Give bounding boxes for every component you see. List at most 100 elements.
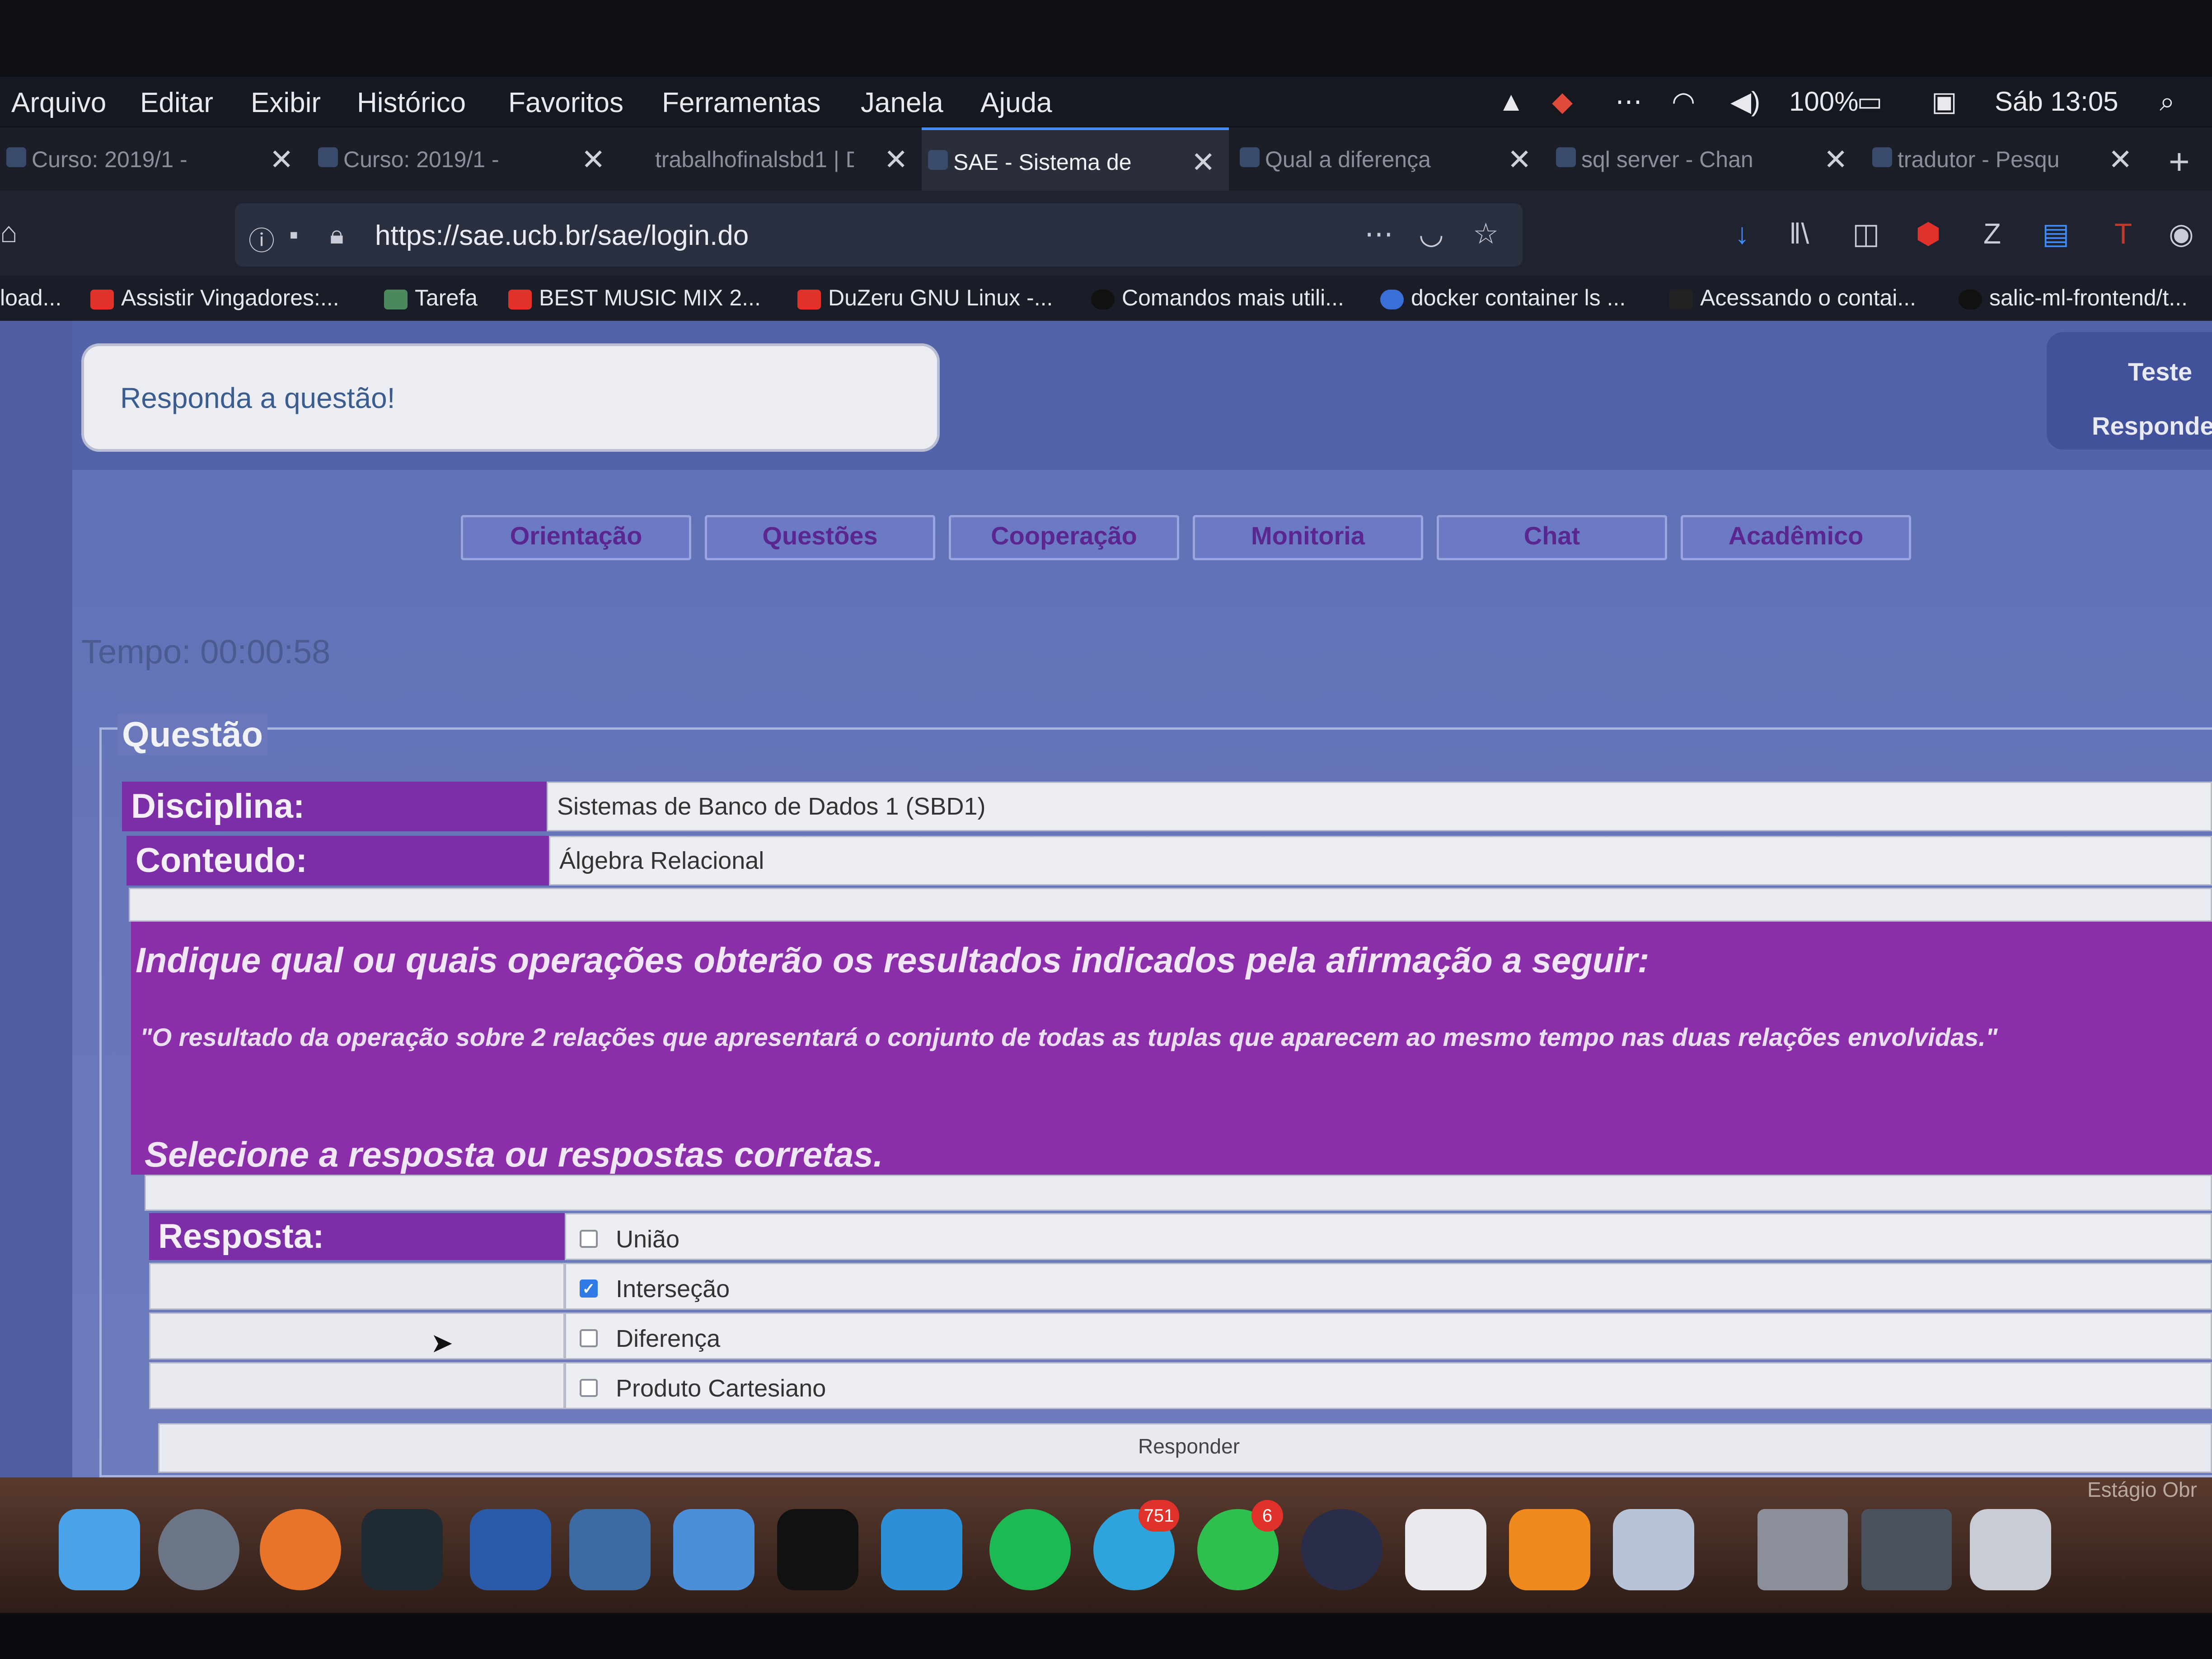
tab-cooperacao[interactable]: Cooperação [949,515,1179,560]
tab-tradutor[interactable]: tradutor - Pesqu ✕ [1866,127,2146,191]
tab-sae-active[interactable]: SAE - Sistema de ✕ [922,127,1229,193]
terminal-icon[interactable] [777,1509,858,1590]
vlc-icon[interactable] [1509,1509,1590,1590]
bookmark-docker[interactable]: docker container ls ... [1380,285,1626,311]
tab-questoes[interactable]: Questões [705,515,935,560]
spotify-icon[interactable] [989,1509,1071,1590]
download-icon[interactable]: ↓ [1735,217,1749,250]
tab-curso-2[interactable]: Curso: 2019/1 - ✕ [312,127,619,191]
bookmark-star-icon[interactable]: ☆ [1473,217,1499,251]
new-tab-plus-icon[interactable]: + [2169,141,2190,183]
tab-favicon-icon [1240,147,1260,167]
menu-historico[interactable]: Histórico [357,87,466,119]
close-tab-icon[interactable]: ✕ [2108,143,2132,177]
bookmark-vingadores[interactable]: Assistir Vingadores:... [90,285,339,311]
checkbox-produto-cartesiano[interactable] [580,1379,598,1397]
battery-charging-icon[interactable]: ▭ [1857,86,1883,117]
zotero-icon[interactable]: Z [1983,217,2001,250]
telegram-icon[interactable]: 751 [1093,1500,1179,1590]
bookmark-comandos[interactable]: Comandos mais utili... [1091,285,1344,311]
clock[interactable]: Sáb 13:05 [1995,86,2118,117]
bookmark-load[interactable]: load... [0,285,61,311]
tab-orientacao[interactable]: Orientação [461,515,691,560]
bookmark-tarefa[interactable]: Tarefa [384,285,478,311]
question-statement: "O resultado da operação sobre 2 relaçõe… [140,1023,1998,1051]
sidebar-icon[interactable]: ◫ [1852,217,1879,251]
whatsapp-icon[interactable]: 6 [1197,1500,1283,1590]
launchpad-rocket-icon[interactable] [158,1509,239,1590]
bookmark-duzeru[interactable]: DuZeru GNU Linux -... [797,285,1053,311]
page-actions-icon[interactable]: ⋯ [1364,217,1393,251]
bookmark-salic[interactable]: salic-ml-frontend/t... [1959,285,2188,311]
menu-janela[interactable]: Janela [861,87,943,119]
tab-sql-server[interactable]: sql server - Chan ✕ [1550,127,1861,191]
side-panel-title[interactable]: Teste [2128,357,2192,386]
close-tab-icon[interactable]: ✕ [1507,143,1532,177]
tab-academico[interactable]: Acadêmico [1681,515,1911,560]
trash-icon[interactable] [1970,1509,2051,1590]
finder-icon[interactable] [59,1509,140,1590]
antivirus-icon[interactable]: ◆ [1552,86,1573,117]
preview-icon[interactable] [1613,1509,1694,1590]
option-label[interactable]: União [616,1225,680,1253]
spotlight-search-icon[interactable]: ⌕ [2160,86,2175,117]
tab-qual-diferenca[interactable]: Qual a diferença ✕ [1233,127,1545,191]
option-label[interactable]: Diferença [616,1325,720,1353]
firefox-icon[interactable] [260,1509,341,1590]
close-tab-icon[interactable]: ✕ [269,143,294,177]
git-client-icon[interactable] [361,1509,443,1590]
wifi-icon[interactable]: ◠ [1672,86,1695,117]
java-icon[interactable] [1405,1509,1486,1590]
more-dots-icon[interactable]: ⋯ [1615,86,1642,117]
lock-icon[interactable]: 🔒︎ [330,220,344,250]
bookmarks-bar: load... Assistir Vingadores:... Tarefa B… [0,276,2212,321]
checkbox-uniao[interactable] [580,1230,598,1248]
side-panel-subtitle[interactable]: Responde [2092,411,2212,441]
tab-chat[interactable]: Chat [1437,515,1667,560]
account-icon[interactable]: ◉ [2169,217,2194,251]
mysql-workbench-icon[interactable] [569,1509,651,1590]
screenshot-thumbnail-icon[interactable] [1757,1509,1848,1590]
menu-favoritos[interactable]: Favoritos [508,87,623,119]
responder-button[interactable]: Responder [1135,1434,1242,1459]
menu-arquivo[interactable]: Arquivo [11,87,106,119]
address-bar[interactable]: ⓘ ▪ 🔒︎ https://sae.ucb.br/sae/login.do ⋯… [235,203,1523,267]
eclipse-icon[interactable] [1301,1509,1382,1590]
menu-ferramentas[interactable]: Ferramentas [662,87,820,119]
tab-label: trabalhofinalsbd1 | D [655,147,854,172]
calendar-icon[interactable]: ▣ [1931,86,1957,117]
close-tab-icon[interactable]: ✕ [1823,143,1848,177]
tab-label: Curso: 2019/1 - [343,147,499,172]
info-icon[interactable]: ⓘ [248,220,275,258]
menu-ajuda[interactable]: Ajuda [980,87,1052,119]
xcode-icon[interactable] [673,1509,755,1590]
checkbox-intersecao-checked[interactable]: ✓ [580,1279,598,1298]
tab-monitoria[interactable]: Monitoria [1193,515,1423,560]
pocket-icon[interactable]: ◡ [1419,217,1444,251]
abp-icon[interactable]: ⬢ [1916,217,1941,251]
close-tab-icon[interactable]: ✕ [1191,145,1215,179]
side-panel-teste[interactable]: Teste Responde [2047,332,2212,450]
close-tab-icon[interactable]: ✕ [884,143,908,177]
library-icon[interactable]: ‖\ [1789,217,1809,250]
option-label[interactable]: Interseção [616,1275,730,1303]
bookmark-acessando[interactable]: Acessando o contai... [1669,285,1916,311]
vscode-icon[interactable] [470,1509,551,1590]
option-label[interactable]: Produto Cartesiano [616,1374,826,1402]
tab-curso-1[interactable]: Curso: 2019/1 - ✕ [0,127,307,191]
checkbox-diferenca[interactable] [580,1329,598,1347]
volume-icon[interactable]: ◀) [1730,86,1760,117]
window-thumbnail-icon[interactable] [1861,1509,1952,1590]
menu-exibir[interactable]: Exibir [251,87,321,119]
tab-trabalho[interactable]: trabalhofinalsbd1 | D ✕ [623,127,922,191]
home-icon[interactable]: ⌂ [0,216,18,249]
translate-icon[interactable]: ▤ [2042,217,2069,251]
bookmark-best-music[interactable]: BEST MUSIC MIX 2... [508,285,761,311]
docker-icon[interactable] [881,1509,962,1590]
extension-icon[interactable]: T [2114,217,2132,250]
vlc-cone-icon[interactable]: ▲ [1498,86,1524,117]
menu-editar[interactable]: Editar [140,87,213,119]
close-tab-icon[interactable]: ✕ [581,143,605,177]
url-text[interactable]: https://sae.ucb.br/sae/login.do [375,220,749,252]
permissions-icon[interactable]: ▪ [289,220,299,250]
